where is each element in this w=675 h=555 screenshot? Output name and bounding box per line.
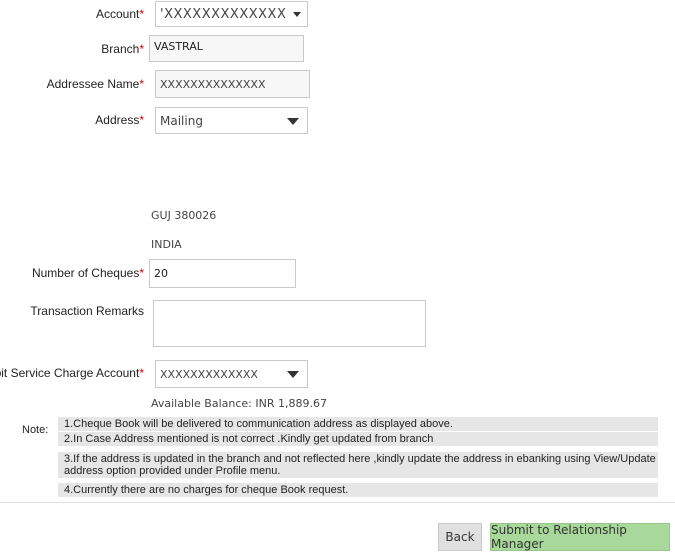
transaction-remarks-textarea[interactable] — [153, 300, 426, 347]
debit-account-select[interactable]: XXXXXXXXXXXXX — [155, 360, 308, 388]
divider — [0, 502, 675, 503]
address-label: Address* — [95, 113, 144, 127]
account-label: Account* — [95, 7, 144, 21]
transaction-remarks-label: Transaction Remarks — [30, 304, 144, 318]
account-select[interactable]: 'XXXXXXXXXXXXX — [155, 1, 308, 27]
note-item: 4.Currently there are no charges for che… — [58, 483, 658, 497]
note-label: Note: — [22, 424, 49, 436]
address-line-2: INDIA — [151, 238, 182, 251]
address-select[interactable]: Mailing — [155, 107, 308, 134]
note-item: 3.If the address is updated in the branc… — [58, 452, 658, 478]
chevron-down-icon — [293, 12, 301, 17]
branch-label: Branch* — [101, 42, 144, 56]
available-balance: Available Balance: INR 1,889.67 — [151, 397, 327, 410]
note-item: 2.In Case Address mentioned is not corre… — [58, 432, 658, 446]
note-item: 1.Cheque Book will be delivered to commu… — [58, 417, 658, 431]
address-line-1: GUJ 380026 — [151, 209, 217, 222]
debit-account-label: Debit Service Charge Account* — [0, 366, 144, 380]
chevron-down-icon — [287, 117, 299, 125]
number-of-cheques-label: Number of Cheques* — [31, 266, 144, 280]
addressee-name-label: Addressee Name* — [46, 77, 144, 91]
chevron-down-icon — [287, 371, 299, 378]
addressee-name-field[interactable]: XXXXXXXXXXXXXX — [155, 70, 310, 98]
back-button[interactable]: Back — [438, 523, 482, 551]
submit-to-relationship-manager-button[interactable]: Submit to Relationship Manager — [490, 523, 670, 551]
number-of-cheques-input[interactable]: 20 — [149, 259, 296, 288]
branch-field: VASTRAL — [149, 35, 304, 62]
